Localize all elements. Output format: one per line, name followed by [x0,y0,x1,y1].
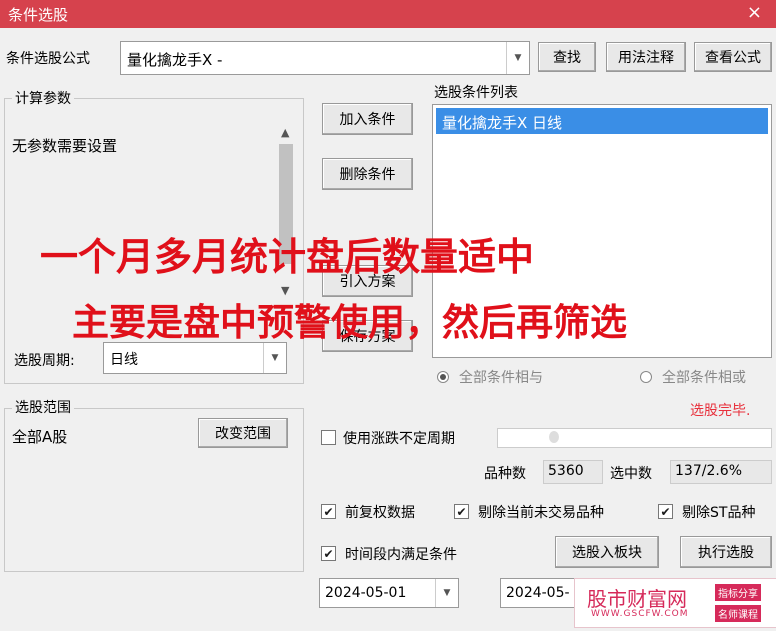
title-bar: 条件选股 × [0,0,776,28]
status-text: 选股完毕. [690,403,751,419]
watermark: 股市财富网 WWW.GSCFW.COM 指标分享 名师课程 [574,578,776,628]
params-empty-text: 无参数需要设置 [12,137,118,155]
hits-label: 选中数 [610,466,652,482]
period-slider[interactable] [497,428,772,448]
count-value: 5360 [548,463,584,479]
prev-adjusted-checkbox[interactable]: ✔ [321,504,336,519]
add-to-block-button[interactable]: 选股入板块 [555,536,659,568]
formula-label: 条件选股公式 [6,51,90,67]
find-button[interactable]: 查找 [538,42,596,72]
scope-value: 全部A股 [12,428,68,446]
watermark-tag1: 指标分享 [715,584,761,601]
start-date-value: 2024-05-01 [325,585,407,601]
start-date-picker[interactable]: 2024-05-01 ▼ [319,578,459,608]
volatile-period-label: 使用涨跌不定周期 [343,431,455,447]
change-scope-button[interactable]: 改变范围 [198,418,288,448]
add-condition-button[interactable]: 加入条件 [322,103,413,135]
prev-adjusted-label: 前复权数据 [345,505,415,521]
window-title: 条件选股 [8,6,69,24]
hits-value: 137/2.6% [675,463,743,479]
exclude-untraded-label: 剔除当前未交易品种 [478,505,604,521]
overlay-line-1: 一个月多月统计盘后数量适中 [40,234,535,279]
or-label: 全部条件相或 [662,370,746,386]
slider-thumb[interactable] [549,431,559,443]
close-icon[interactable]: × [747,2,762,23]
usage-button[interactable]: 用法注释 [606,42,686,72]
watermark-tag2: 名师课程 [715,605,761,622]
and-label: 全部条件相与 [459,370,543,386]
chevron-down-icon[interactable]: ▼ [506,42,529,74]
formula-select[interactable]: 量化擒龙手X - ▼ [120,41,530,75]
period-select[interactable]: 日线 ▼ [103,342,287,374]
period-value: 日线 [110,352,138,368]
delete-condition-button[interactable]: 删除条件 [322,158,413,190]
watermark-url: WWW.GSCFW.COM [591,609,689,619]
time-range-label: 时间段内满足条件 [345,547,457,563]
params-legend: 计算参数 [12,88,74,108]
exclude-untraded-checkbox[interactable]: ✔ [454,504,469,519]
and-radio[interactable] [437,371,449,383]
period-label: 选股周期: [14,353,75,369]
scope-legend: 选股范围 [12,397,74,417]
condition-item[interactable]: 量化擒龙手X 日线 [436,108,768,134]
count-label: 品种数 [484,466,526,482]
run-screen-button[interactable]: 执行选股 [680,536,772,568]
conditions-legend: 选股条件列表 [434,85,518,101]
exclude-st-label: 剔除ST品种 [682,505,756,521]
chevron-down-icon[interactable]: ▼ [263,343,286,373]
or-radio[interactable] [640,371,652,383]
volatile-period-checkbox[interactable] [321,430,336,445]
scroll-up-icon[interactable]: ▲ [281,126,289,139]
view-formula-button[interactable]: 查看公式 [694,42,772,72]
chevron-down-icon[interactable]: ▼ [435,579,458,607]
exclude-st-checkbox[interactable]: ✔ [658,504,673,519]
end-date-value: 2024-05- [506,585,570,601]
count-field: 5360 [543,460,603,484]
time-range-checkbox[interactable]: ✔ [321,546,336,561]
hits-field: 137/2.6% [670,460,772,484]
formula-value: 量化擒龙手X - [127,51,223,69]
watermark-name: 股市财富网 [587,587,687,611]
overlay-line-2: 主要是盘中预警使用，然后再筛选 [72,300,627,344]
condition-item-label: 量化擒龙手X 日线 [442,114,563,132]
